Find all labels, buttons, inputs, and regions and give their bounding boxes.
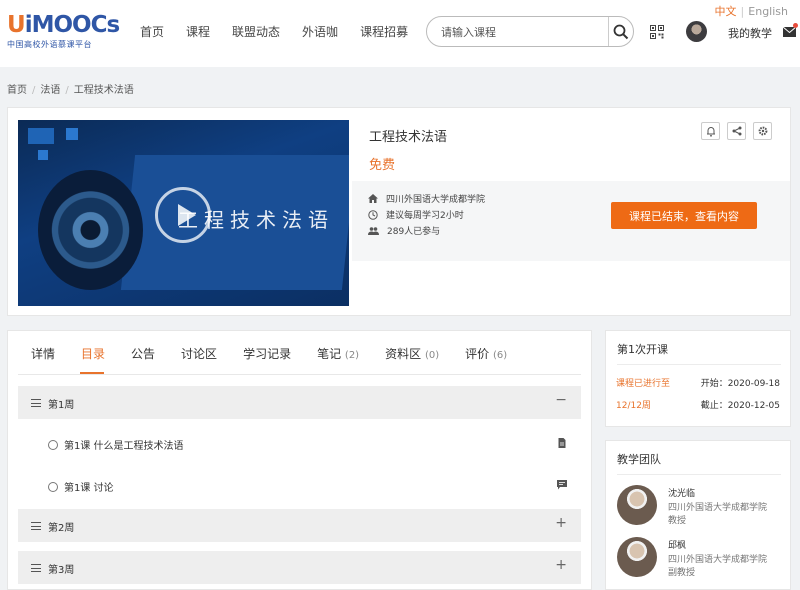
course-cover-video[interactable]: 工程技术法语: [18, 120, 349, 306]
user-avatar[interactable]: [686, 21, 707, 42]
bell-icon[interactable]: [701, 122, 720, 140]
qrcode-icon[interactable]: [650, 25, 664, 39]
teaching-team-panel: 教学团队 沈光临 四川外国语大学成都学院 教授 邱枫 四川外国语大学成都学院 副…: [605, 440, 791, 590]
collapse-icon[interactable]: −: [555, 392, 567, 408]
crumb-french[interactable]: 法语: [40, 85, 60, 96]
lesson-item[interactable]: 第1课 讨论: [48, 479, 114, 494]
teacher-avatar[interactable]: [617, 537, 657, 577]
tab-details[interactable]: 详情: [31, 345, 55, 362]
crumb-home[interactable]: 首页: [7, 85, 27, 96]
tab-study-record[interactable]: 学习记录: [243, 345, 291, 362]
lang-zh[interactable]: 中文: [715, 5, 737, 18]
gear-icon[interactable]: [753, 122, 772, 140]
course-card: 工程技术法语 工程技术法语 免费 四川外国语大学成都学院 建议每周学习2小时 2…: [7, 107, 791, 316]
tab-reviews[interactable]: 评价 (6): [465, 345, 507, 362]
document-icon[interactable]: [557, 438, 567, 448]
week-1-header[interactable]: 第1周 −: [18, 386, 581, 419]
circle-icon: [48, 481, 58, 492]
course-actions: [701, 122, 779, 140]
teacher-school: 四川外国语大学成都学院: [668, 555, 768, 565]
progress-value: 12/12周: [616, 401, 651, 411]
tab-catalog[interactable]: 目录: [81, 345, 105, 362]
teacher-school: 四川外国语大学成都学院: [668, 503, 768, 513]
language-switch: 中文 | English: [714, 5, 788, 18]
umoocs-logo[interactable]: UiMOOCs 中国高校外语慕课平台: [7, 12, 120, 54]
info-study-time: 建议每周学习2小时: [368, 208, 464, 221]
mail-icon[interactable]: [782, 23, 798, 37]
nav-alliance-news[interactable]: 联盟动态: [232, 23, 280, 40]
logo-mark: UiMOOCs: [7, 12, 120, 38]
week-2-header[interactable]: 第2周 +: [18, 509, 581, 542]
course-content-panel: 详情 目录 公告 讨论区 学习记录 笔记 (2) 资料区 (0) 评价 (6) …: [7, 330, 592, 590]
info-participants: 289人已参与: [368, 224, 440, 237]
lesson-item[interactable]: 第1课 什么是工程技术法语: [48, 437, 184, 452]
top-header: UiMOOCs 中国高校外语慕课平台 首页 课程 联盟动态 外语咖 课程招募 我…: [0, 0, 800, 67]
active-tab-indicator: [80, 372, 104, 374]
share-icon[interactable]: [727, 122, 746, 140]
end-date: 截止：2020-12-05: [700, 401, 780, 411]
course-price: 免费: [369, 158, 396, 173]
logo-tagline: 中国高校外语慕课平台: [7, 40, 92, 49]
week-3-header[interactable]: 第3周 +: [18, 551, 581, 584]
lang-en[interactable]: English: [748, 5, 788, 18]
team-member[interactable]: 邱枫 四川外国语大学成都学院 副教授: [617, 537, 787, 581]
search-box: [426, 16, 634, 47]
expand-icon[interactable]: +: [555, 515, 567, 531]
course-ended-view-button[interactable]: 课程已结束，查看内容: [611, 202, 757, 229]
nav-home[interactable]: 首页: [140, 23, 164, 40]
start-date: 开始：2020-09-18: [700, 379, 780, 389]
session-panel: 第1次开课 课程已进行至 12/12周 开始：2020-09-18 截止：202…: [605, 330, 791, 427]
nav-courses[interactable]: 课程: [186, 23, 210, 40]
school-name[interactable]: 四川外国语大学成都学院: [386, 192, 485, 205]
chat-icon[interactable]: [557, 480, 567, 490]
menu-icon: [31, 564, 41, 572]
my-teaching-link[interactable]: 我的教学: [728, 25, 772, 41]
circle-icon: [48, 439, 58, 450]
menu-icon: [31, 399, 41, 407]
home-icon: [368, 194, 378, 203]
search-input[interactable]: [441, 23, 601, 41]
course-title: 工程技术法语: [369, 130, 448, 145]
menu-icon: [31, 522, 41, 530]
nav-course-recruit[interactable]: 课程招募: [360, 23, 408, 40]
nav-language-cafe[interactable]: 外语咖: [302, 23, 338, 40]
teacher-name[interactable]: 沈光临: [668, 486, 695, 499]
main-nav: 首页 课程 联盟动态 外语咖 课程招募: [140, 23, 430, 40]
session-title: 第1次开课: [617, 343, 668, 356]
play-icon[interactable]: [155, 187, 211, 243]
teacher-title: 副教授: [668, 568, 696, 578]
info-school: 四川外国语大学成都学院: [368, 192, 485, 205]
tab-notes[interactable]: 笔记 (2): [317, 345, 359, 362]
course-tabs: 详情 目录 公告 讨论区 学习记录 笔记 (2) 资料区 (0) 评价 (6): [31, 345, 533, 362]
crumb-current: 工程技术法语: [73, 85, 134, 96]
search-divider: [608, 17, 609, 46]
team-member[interactable]: 沈光临 四川外国语大学成都学院 教授: [617, 485, 787, 529]
teacher-avatar[interactable]: [617, 485, 657, 525]
teacher-title: 教授: [668, 516, 687, 526]
progress-label: 课程已进行至: [616, 379, 671, 389]
tab-discussion[interactable]: 讨论区: [181, 345, 217, 362]
breadcrumb: 首页 / 法语 / 工程技术法语: [7, 85, 134, 96]
people-icon: [368, 226, 379, 235]
tab-announcements[interactable]: 公告: [131, 345, 155, 362]
search-icon[interactable]: [612, 23, 630, 41]
teacher-name[interactable]: 邱枫: [668, 538, 686, 551]
eye-graphic: [38, 170, 143, 290]
team-title: 教学团队: [617, 453, 661, 466]
unread-dot: [793, 23, 798, 28]
clock-icon: [368, 209, 378, 220]
expand-icon[interactable]: +: [555, 557, 567, 573]
tab-materials[interactable]: 资料区 (0): [385, 345, 439, 362]
